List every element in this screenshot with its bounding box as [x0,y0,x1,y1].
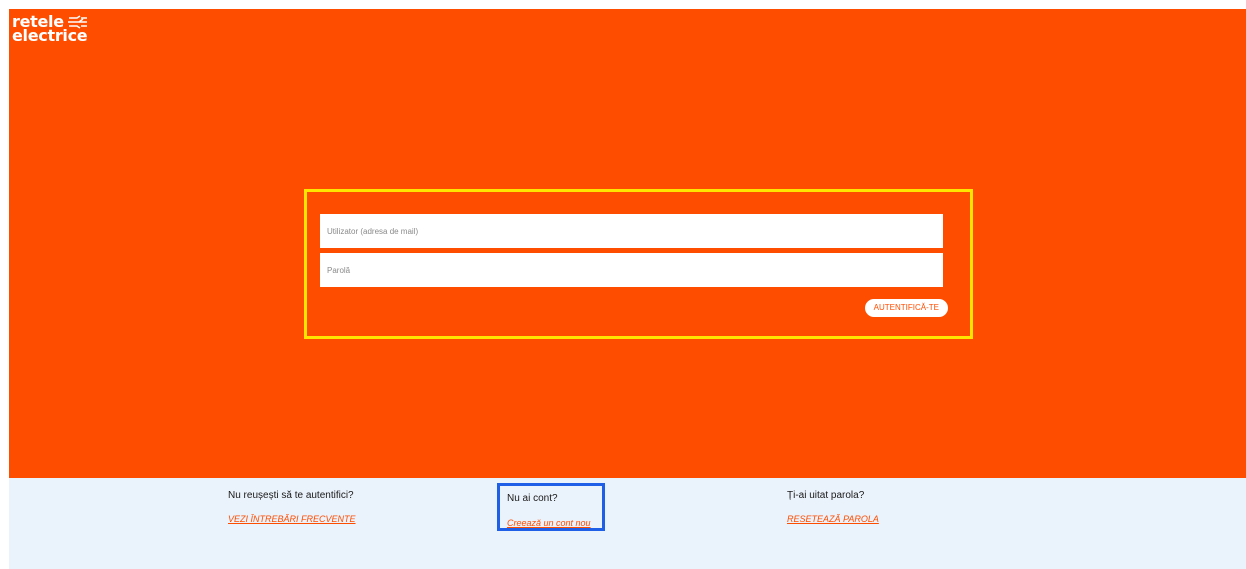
login-button[interactable]: AUTENTIFICĂ-TE [864,299,948,317]
footer-help-column: Nu reușești să te autentifici? VEZI ÎNTR… [228,490,356,524]
reset-question: Ți-ai uitat parola? [787,490,865,501]
reset-password-link[interactable]: RESETEAZĂ PAROLA [787,514,879,524]
register-question: Nu ai cont? [507,493,558,504]
username-input[interactable] [320,214,943,248]
password-input[interactable] [320,253,943,287]
create-account-link[interactable]: Creează un cont nou [507,518,602,528]
footer-register-column: Nu ai cont? Creează un cont nou [497,483,605,531]
help-question: Nu reușești să te autentifici? [228,490,354,501]
footer: Nu reușești să te autentifici? VEZI ÎNTR… [9,478,1246,569]
login-form: AUTENTIFICĂ-TE [304,189,973,339]
logo-text-electrice: electrice [12,26,88,45]
faq-link[interactable]: VEZI ÎNTREBĂRI FRECVENTE [228,514,356,524]
page: retele electrice AUTENTIFICĂ-TE Nu reușe… [9,9,1246,569]
footer-reset-column: Ți-ai uitat parola? RESETEAZĂ PAROLA [787,490,879,524]
hero-section: retele electrice AUTENTIFICĂ-TE [9,9,1246,478]
brand-logo[interactable]: retele electrice [12,14,89,45]
